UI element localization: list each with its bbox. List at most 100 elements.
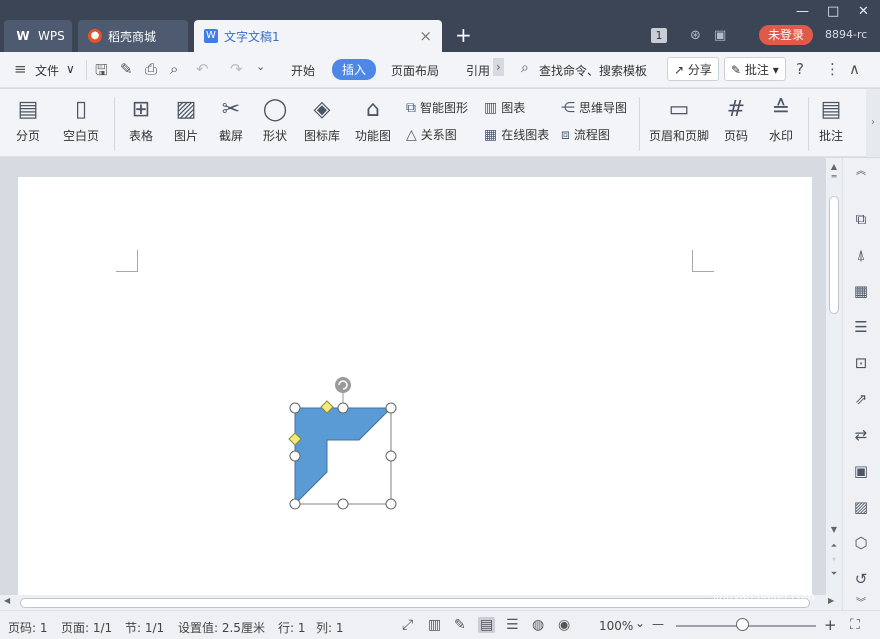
flowchart-button[interactable]: ⧈ 流程图 — [561, 126, 610, 143]
window-count-badge[interactable]: 1 — [651, 28, 667, 43]
page-number-button[interactable]: # 页码 — [718, 95, 754, 144]
kebab-menu-icon[interactable]: ⋮ — [825, 60, 840, 78]
online-chart-button[interactable]: ▦ 在线图表 — [484, 126, 549, 143]
login-button[interactable]: 未登录 — [759, 25, 813, 45]
menu-file[interactable]: 文件 — [35, 62, 59, 79]
share-button[interactable]: ↗ 分享 — [667, 57, 719, 81]
zoom-level[interactable]: 100% — [599, 619, 633, 633]
table-button[interactable]: ⊞ 表格 — [122, 95, 160, 144]
zoom-out-button[interactable]: — — [652, 617, 664, 631]
menu-references[interactable]: 引用 — [466, 62, 490, 79]
collapse-ribbon-icon[interactable]: ∧ — [849, 60, 860, 78]
gallery-pane-icon[interactable]: ⊡ — [851, 353, 871, 373]
hamburger-icon[interactable]: ≡ — [14, 60, 27, 78]
shapes-pane-icon[interactable]: ⧉ — [851, 209, 871, 229]
shape-button[interactable]: ◯ 形状 — [257, 95, 293, 144]
picture-button[interactable]: ▨ 图片 — [168, 95, 204, 144]
new-tab-button[interactable]: + — [455, 24, 472, 46]
scroll-down-icon[interactable]: ▼ — [826, 525, 842, 534]
shape-icon: ◯ — [262, 97, 288, 122]
page-view-icon[interactable]: ▤ — [478, 617, 496, 633]
scroll-top-icon[interactable]: ═ — [826, 172, 842, 181]
print-icon[interactable]: ⎙ — [145, 60, 157, 78]
menu-insert[interactable]: 插入 — [332, 59, 377, 80]
mind-map-button[interactable]: ⋲ 思维导图 — [561, 99, 627, 116]
screenshot-button[interactable]: ✂ 截屏 — [212, 95, 250, 144]
next-page-icon[interactable]: ⏷ — [826, 569, 842, 579]
outline-view-icon[interactable]: ☰ — [506, 617, 519, 633]
blank-page-button[interactable]: ▯ 空白页 — [56, 95, 106, 144]
styles-pane-icon[interactable]: ⍋ — [851, 245, 871, 265]
close-tab-icon[interactable]: × — [419, 27, 432, 45]
save-icon[interactable]: 🖫 — [95, 60, 108, 85]
function-chart-button[interactable]: ⌂ 功能图 — [350, 95, 396, 144]
security-pane-icon[interactable]: ⬡ — [851, 533, 871, 553]
status-setting-value[interactable]: 设置值: 2.5厘米 — [178, 619, 265, 636]
status-column[interactable]: 列: 1 — [316, 619, 344, 636]
undo-icon[interactable]: ↶ — [196, 60, 209, 78]
fullscreen-icon[interactable]: ⤢ — [402, 617, 413, 633]
redo-icon[interactable]: ↷ — [230, 60, 243, 78]
screenshot-icon: ✂ — [221, 97, 241, 122]
status-pages[interactable]: 页面: 1/1 — [61, 619, 112, 636]
document-page[interactable] — [18, 177, 812, 595]
horizontal-scroll-thumb[interactable] — [20, 598, 810, 608]
select-browse-icon[interactable]: ◦ — [826, 555, 842, 564]
zoom-in-button[interactable]: + — [824, 616, 837, 634]
relation-chart-button[interactable]: △ 关系图 — [406, 126, 457, 143]
zoom-slider-thumb[interactable] — [736, 618, 750, 631]
menu-page-layout[interactable]: 页面布局 — [391, 62, 439, 79]
status-row[interactable]: 行: 1 — [278, 619, 306, 636]
reading-mode-icon[interactable]: ▥ — [428, 617, 441, 633]
tab-wps[interactable]: W WPS — [4, 20, 72, 52]
help-icon[interactable]: ? — [796, 60, 804, 78]
menu-more-arrow[interactable]: › — [493, 58, 504, 76]
settings-pane-icon[interactable]: ☰ — [851, 317, 871, 337]
tab-docer-store[interactable]: ● 稻壳商城 — [78, 20, 188, 52]
fit-page-icon[interactable]: ⛶ — [850, 617, 860, 633]
wallet-icon[interactable]: ▣ — [714, 28, 726, 43]
menu-start[interactable]: 开始 — [291, 62, 315, 79]
vertical-scrollbar[interactable]: ▲ ═ ▼ ⏶ ◦ ⏷ — [826, 158, 842, 595]
skin-icon[interactable]: ⊛ — [690, 28, 701, 43]
status-page-number[interactable]: 页码: 1 — [8, 619, 48, 636]
edit-mode-icon[interactable]: ✎ — [454, 617, 466, 633]
share-pane-icon[interactable]: ⇗ — [851, 389, 871, 409]
scroll-right-icon[interactable]: ▶ — [828, 596, 834, 605]
tab-document[interactable]: W 文字文稿1 × — [194, 20, 442, 52]
maximize-button[interactable]: □ — [827, 4, 839, 19]
archive-pane-icon[interactable]: ▣ — [851, 461, 871, 481]
smart-graphic-button[interactable]: ⧉ 智能图形 — [406, 99, 468, 116]
image-pane-icon[interactable]: ▨ — [851, 497, 871, 517]
vertical-scroll-thumb[interactable] — [829, 196, 839, 314]
search-command-field[interactable]: 查找命令、搜索模板 — [539, 62, 647, 79]
expand-pane-icon[interactable]: ︽ — [851, 162, 871, 182]
annotate-button[interactable]: ✎ 批注 ▾ — [724, 57, 786, 81]
zoom-dropdown-icon[interactable]: ⌄ — [635, 616, 645, 630]
header-footer-icon: ▭ — [668, 97, 690, 122]
status-section[interactable]: 节: 1/1 — [125, 619, 164, 636]
scroll-up-icon[interactable]: ▲ — [826, 162, 842, 171]
close-window-button[interactable]: ✕ — [858, 4, 869, 19]
header-footer-button[interactable]: ▭ 页眉和页脚 — [648, 95, 710, 144]
half-frame-shape[interactable] — [280, 374, 400, 514]
minimize-button[interactable]: — — [796, 4, 809, 19]
print-preview-icon[interactable]: ⌕ — [170, 60, 178, 78]
format-painter-icon[interactable]: ✎ — [120, 60, 133, 78]
icon-library-button[interactable]: ◈ 图标库 — [302, 95, 342, 144]
chevron-down-icon[interactable]: ∨ — [66, 62, 75, 76]
title-bar: W WPS ● 稻壳商城 W 文字文稿1 × + — □ ✕ 1 ⊛ ▣ 未登录… — [0, 0, 880, 52]
history-pane-icon[interactable]: ↺ — [851, 569, 871, 589]
eye-protection-icon[interactable]: ◉ — [558, 617, 570, 633]
scroll-left-icon[interactable]: ◀ — [4, 596, 10, 605]
table-pane-icon[interactable]: ▦ — [851, 281, 871, 301]
page-break-button[interactable]: ▤ 分页 — [10, 95, 46, 144]
web-view-icon[interactable]: ◍ — [532, 617, 544, 633]
chart-button[interactable]: ▥ 图表 — [484, 99, 525, 116]
prev-page-icon[interactable]: ⏶ — [826, 541, 842, 551]
watermark-button[interactable]: ≙ 水印 — [763, 95, 799, 144]
comment-button[interactable]: ▤ 批注 — [816, 95, 846, 144]
quick-access-more-icon[interactable]: ⌄ — [256, 60, 265, 73]
translate-pane-icon[interactable]: ⇄ — [851, 425, 871, 445]
ribbon-scroll-right-button[interactable]: › — [866, 89, 880, 157]
